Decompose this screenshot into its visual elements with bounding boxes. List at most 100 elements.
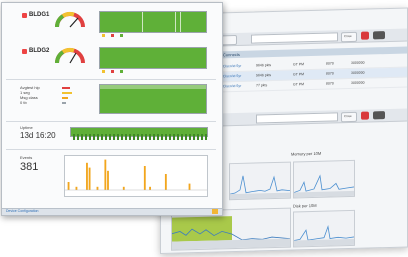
series-line bbox=[229, 175, 291, 195]
gauge-arc-yellow bbox=[61, 11, 75, 18]
gauge-needle bbox=[69, 52, 77, 64]
device-configuration-link[interactable]: Device Configuration bbox=[6, 209, 39, 213]
uptime-segment bbox=[93, 134, 95, 140]
event-bar bbox=[188, 183, 191, 190]
uptime-segment bbox=[133, 134, 135, 140]
uptime-segment bbox=[173, 134, 175, 140]
event-bar bbox=[143, 166, 146, 190]
uptime-segment bbox=[161, 134, 163, 140]
events-chart-svg bbox=[65, 159, 207, 191]
close-button[interactable]: Close bbox=[341, 31, 357, 43]
uptime-segment bbox=[97, 134, 99, 140]
bldg1-chart bbox=[99, 11, 207, 33]
menu-icon[interactable] bbox=[373, 31, 385, 40]
uptime-segment bbox=[101, 134, 103, 140]
baseline bbox=[294, 190, 354, 198]
device-dashboard-panel: BLDG1 BLDG2 Avgtest hip 1 seg Msg class … bbox=[1, 2, 223, 216]
series-line bbox=[293, 225, 355, 241]
record-icon-2[interactable] bbox=[361, 111, 369, 120]
event-bar bbox=[75, 186, 78, 190]
building-label: BLDG2 bbox=[29, 48, 50, 54]
chart-title: Disk per 10M bbox=[293, 202, 317, 209]
gauge-arc-green bbox=[54, 14, 65, 28]
gap-mark bbox=[175, 12, 176, 32]
disk-chart-svg bbox=[293, 225, 355, 247]
search-input-2[interactable] bbox=[256, 112, 338, 124]
uptime-segment bbox=[193, 134, 195, 140]
uptime-segment bbox=[185, 134, 187, 140]
uptime-bar bbox=[70, 127, 208, 140]
uptime-segment bbox=[149, 134, 151, 140]
gap-mark bbox=[142, 12, 143, 32]
metrics-chart bbox=[99, 84, 207, 114]
chart-title: Memory per 10M bbox=[291, 150, 322, 157]
divider bbox=[6, 121, 216, 122]
uptime-segment bbox=[89, 134, 91, 140]
uptime-segment bbox=[121, 134, 123, 140]
uptime-segment bbox=[73, 134, 75, 140]
uptime-segment bbox=[81, 134, 83, 140]
gauge-icon bbox=[54, 9, 86, 29]
baseline bbox=[230, 192, 290, 200]
menu-icon-2[interactable] bbox=[373, 111, 385, 120]
metric-bar bbox=[62, 92, 72, 94]
uptime-segment bbox=[137, 134, 139, 140]
chart-legend bbox=[102, 33, 124, 37]
divider bbox=[6, 79, 216, 80]
top-band bbox=[100, 85, 206, 89]
event-bar bbox=[96, 186, 99, 190]
events-chart bbox=[64, 155, 208, 197]
disk-chart bbox=[293, 209, 355, 248]
uptime-segment bbox=[141, 134, 143, 140]
divider bbox=[6, 149, 216, 150]
resize-icon[interactable] bbox=[212, 209, 218, 214]
uptime-segment bbox=[205, 134, 207, 140]
uptime-value: 13d 16:20 bbox=[20, 131, 56, 140]
uptime-segment bbox=[169, 134, 171, 140]
event-bar bbox=[104, 159, 107, 190]
uptime-segment bbox=[145, 134, 147, 140]
uptime-segment bbox=[177, 134, 179, 140]
uptime-label: Uptime bbox=[20, 125, 33, 130]
baseline bbox=[294, 238, 354, 247]
uptime-segment bbox=[77, 134, 79, 140]
cpu-chart bbox=[229, 161, 291, 201]
status-bar: Device Configuration bbox=[2, 208, 222, 215]
metrics-labels: Avgtest hip 1 seg Msg class 0 tb bbox=[20, 85, 40, 105]
record-icon[interactable] bbox=[361, 31, 369, 40]
metrics-chart-svg bbox=[100, 85, 206, 89]
event-bar bbox=[164, 174, 167, 190]
tab-a[interactable] bbox=[221, 34, 237, 46]
search-input[interactable] bbox=[251, 32, 338, 44]
metric-bar bbox=[62, 87, 70, 89]
gauge-svg bbox=[54, 47, 85, 64]
metric-label: 0 tb bbox=[20, 100, 27, 105]
metric-bar bbox=[62, 97, 68, 99]
bldg2-chart bbox=[99, 47, 207, 69]
uptime-segment bbox=[85, 134, 87, 140]
uptime-segment bbox=[189, 134, 191, 140]
uptime-segment bbox=[157, 134, 159, 140]
area-green bbox=[172, 216, 232, 242]
gauge-arc-yellow bbox=[61, 47, 75, 54]
uptime-segment bbox=[165, 134, 167, 140]
uptime-segment bbox=[201, 134, 203, 140]
cpu-chart-svg bbox=[229, 175, 291, 200]
building-label: BLDG1 bbox=[29, 12, 50, 18]
uptime-segment bbox=[109, 134, 111, 140]
chart-legend bbox=[102, 69, 124, 73]
uptime-segment bbox=[117, 134, 119, 140]
event-bar bbox=[88, 167, 91, 190]
uptime-segment bbox=[105, 134, 107, 140]
events-value: 381 bbox=[20, 161, 39, 173]
uptime-segment bbox=[125, 134, 127, 140]
event-bar bbox=[107, 170, 109, 190]
close-button-2[interactable]: Close bbox=[341, 111, 357, 123]
metric-bars bbox=[62, 87, 72, 104]
gauge-svg bbox=[54, 11, 85, 28]
event-bar bbox=[122, 186, 125, 190]
gauge-icon bbox=[54, 45, 86, 65]
uptime-segment bbox=[197, 134, 199, 140]
gauge-needle bbox=[69, 17, 79, 28]
memory-chart-svg bbox=[293, 174, 355, 198]
